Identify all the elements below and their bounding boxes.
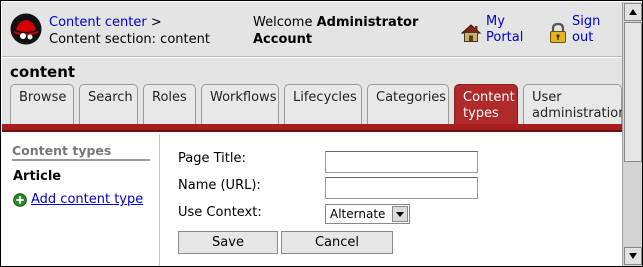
use-context-select[interactable]: Alternate [325, 204, 410, 224]
tab-lifecycles-label: Lifecycles [293, 90, 357, 105]
welcome-user: Administrator [316, 15, 419, 30]
tab-categories-label: Categories [376, 90, 447, 105]
vertical-scrollbar[interactable] [622, 2, 642, 266]
breadcrumb-separator: > [150, 15, 162, 30]
tab-area: content Browse Search Roles Workflows Li… [2, 58, 627, 132]
sidebar-divider [12, 159, 150, 161]
browser-page: Content center > Content section: conten… [0, 0, 643, 267]
house-icon [460, 24, 482, 42]
tab-categories[interactable]: Categories [367, 84, 449, 124]
my-portal-label[interactable]: My Portal [486, 14, 523, 46]
page-title-input[interactable] [325, 151, 478, 173]
tab-workflows-label: Workflows [210, 90, 277, 105]
scrollbar-thumb[interactable] [624, 22, 642, 162]
header: Content center > Content section: conten… [2, 2, 622, 57]
my-portal-text-2: Portal [486, 30, 524, 45]
welcome-suffix: Account [253, 32, 313, 47]
tab-roles[interactable]: Roles [143, 84, 196, 124]
sidebar-item-article[interactable]: Article [13, 169, 61, 184]
my-portal-text-1: My [486, 14, 505, 29]
use-context-selected: Alternate [330, 207, 386, 221]
arrow-down-icon [629, 253, 637, 259]
tab-content-types-label-2: types [463, 106, 499, 121]
breadcrumb: Content center > Content section: conten… [49, 14, 210, 48]
tab-workflows[interactable]: Workflows [201, 84, 279, 124]
tab-user-administration[interactable]: User administration [523, 84, 627, 124]
sign-out-text-1: Sign [572, 14, 601, 29]
page-title: content [10, 63, 76, 81]
tab-underline-bar [2, 124, 622, 132]
use-context-label: Use Context: [178, 205, 262, 220]
tab-user-administration-label-1: User [532, 90, 562, 105]
add-content-type-label[interactable]: Add content type [31, 192, 143, 207]
my-portal-link[interactable]: My Portal [460, 14, 530, 48]
name-url-label: Name (URL): [178, 178, 261, 193]
tab-search-label: Search [88, 90, 133, 105]
welcome-message: Welcome Administrator Account [253, 14, 418, 48]
save-button[interactable]: Save [178, 231, 278, 254]
tab-browse[interactable]: Browse [10, 84, 74, 124]
welcome-prefix: Welcome [253, 15, 313, 30]
tab-search[interactable]: Search [79, 84, 138, 124]
sign-out-text-2: out [572, 30, 594, 45]
chevron-down-icon[interactable] [392, 206, 408, 222]
breadcrumb-content-section: Content section: content [49, 32, 210, 47]
tab-lifecycles[interactable]: Lifecycles [284, 84, 362, 124]
redhat-logo [10, 13, 42, 45]
scroll-down-button[interactable] [624, 247, 642, 265]
tab-content-types-label-1: Content [463, 90, 515, 105]
page-title-label: Page Title: [178, 151, 246, 166]
tab-roles-label: Roles [152, 90, 187, 105]
name-url-input[interactable] [325, 177, 478, 199]
cancel-button[interactable]: Cancel [281, 231, 393, 254]
sign-out-link[interactable]: Sign out [548, 14, 618, 48]
sidebar-heading: Content types [12, 143, 112, 158]
padlock-icon [550, 22, 566, 43]
breadcrumb-content-center-link[interactable]: Content center [49, 15, 147, 30]
plus-circle-icon [13, 193, 27, 207]
sign-out-label[interactable]: Sign out [572, 14, 600, 46]
scroll-up-button[interactable] [624, 3, 642, 21]
arrow-up-icon [629, 9, 637, 15]
tab-user-administration-label-2: administration [532, 106, 627, 121]
content-types-sidebar: Content types Article Add content type [2, 134, 160, 266]
tab-browse-label: Browse [19, 90, 67, 105]
